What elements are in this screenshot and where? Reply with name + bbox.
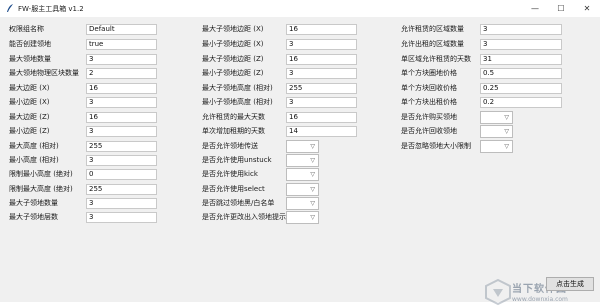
field-label: 是否允许使用kick (202, 170, 258, 178)
field-label: 最大边距 (X) (9, 84, 50, 92)
field-label: 最大子领地边距 (Z) (202, 55, 264, 63)
field-label: 单个方块出租价格 (401, 98, 457, 106)
field-label: 允许租赁的最大天数 (202, 113, 265, 121)
field-label: 是否允许领地传送 (202, 142, 258, 150)
field-label: 最小高度 (相对) (9, 156, 59, 164)
field-label: 是否允许购买领地 (401, 113, 457, 121)
area-rent-days-input[interactable]: 31 (480, 54, 562, 65)
field-label: 是否允许回收领地 (401, 127, 457, 135)
kick-select[interactable]: ▽ (286, 168, 319, 181)
field-label: 最小子领地高度 (相对) (202, 98, 273, 106)
sub-min-edge-x-input[interactable]: 3 (286, 39, 357, 50)
allow-buy-select[interactable]: ▽ (480, 111, 513, 124)
limit-max-height-input[interactable]: 255 (86, 184, 157, 195)
lendable-area-count-input[interactable]: 3 (480, 39, 562, 50)
field-label: 能否创建领地 (9, 40, 51, 48)
rent-price-input[interactable]: 0.2 (480, 97, 562, 108)
chevron-down-icon: ▽ (504, 143, 509, 150)
close-button[interactable]: ✕ (574, 0, 600, 17)
ignore-size-limit-select[interactable]: ▽ (480, 140, 513, 153)
field-label: 最大边距 (Z) (9, 113, 50, 121)
unstuck-select[interactable]: ▽ (286, 154, 319, 167)
field-label: 单个方块回收价格 (401, 84, 457, 92)
field-label: 是否允许使用unstuck (202, 156, 272, 164)
change-entry-message-select[interactable]: ▽ (286, 211, 319, 224)
max-edge-z-input[interactable]: 16 (86, 112, 157, 123)
chevron-down-icon: ▽ (504, 114, 509, 121)
field-label: 是否跳过领地黑/白名单 (202, 199, 275, 207)
claim-price-input[interactable]: 0.5 (480, 68, 562, 79)
chevron-down-icon: ▽ (310, 143, 315, 150)
field-label: 最小边距 (Z) (9, 127, 50, 135)
rentable-area-count-input[interactable]: 3 (480, 24, 562, 35)
sub-max-edge-x-input[interactable]: 16 (286, 24, 357, 35)
window-title: FW-服主工具箱 v1.2 (18, 5, 84, 13)
field-label: 最大高度 (相对) (9, 142, 59, 150)
field-label: 是否忽略领地大小限制 (401, 142, 471, 150)
field-label: 单个方块圈地价格 (401, 69, 457, 77)
chevron-down-icon: ▽ (504, 128, 509, 135)
limit-min-height-input[interactable]: 0 (86, 169, 157, 180)
field-label: 最小子领地边距 (Z) (202, 69, 264, 77)
min-height-input[interactable]: 3 (86, 155, 157, 166)
max-land-count-input[interactable]: 3 (86, 54, 157, 65)
field-label: 单区域允许租赁的天数 (401, 55, 471, 63)
field-label: 最小子领地边距 (X) (202, 40, 264, 48)
field-label: 最大子领地边距 (X) (202, 25, 264, 33)
field-label: 最大领地数量 (9, 55, 51, 63)
rent-increment-days-input[interactable]: 14 (286, 126, 357, 137)
field-label: 是否允许使用select (202, 185, 265, 193)
max-rent-days-input[interactable]: 16 (286, 112, 357, 123)
maximize-button[interactable]: ☐ (548, 0, 574, 17)
title-bar: FW-服主工具箱 v1.2 — ☐ ✕ (0, 0, 600, 18)
field-label: 最小边距 (X) (9, 98, 50, 106)
max-height-input[interactable]: 255 (86, 141, 157, 152)
sub-min-height-input[interactable]: 3 (286, 97, 357, 108)
generate-button[interactable]: 点击生成 (546, 277, 594, 291)
field-label: 最大领地物理区块数量 (9, 69, 79, 77)
chevron-down-icon: ▽ (310, 200, 315, 207)
field-label: 最大子领地高度 (相对) (202, 84, 273, 92)
group-name-input[interactable]: Default (86, 24, 157, 35)
field-label: 允许出租的区域数量 (401, 40, 464, 48)
field-label: 权限组名称 (9, 25, 44, 33)
field-label: 最大子领地层数 (9, 213, 58, 221)
skip-whitelist-select[interactable]: ▽ (286, 197, 319, 210)
field-label: 单次增加租期的天数 (202, 127, 265, 135)
allow-refund-select[interactable]: ▽ (480, 125, 513, 138)
field-label: 允许租赁的区域数量 (401, 25, 464, 33)
sub-max-edge-z-input[interactable]: 16 (286, 54, 357, 65)
chevron-down-icon: ▽ (310, 214, 315, 221)
chevron-down-icon: ▽ (310, 171, 315, 178)
form-panel: 权限组名称 Default 能否创建领地 true 最大领地数量 3 最大领地物… (0, 17, 600, 306)
max-sub-land-layers-input[interactable]: 3 (86, 212, 157, 223)
minimize-button[interactable]: — (522, 0, 548, 17)
max-chunk-count-input[interactable]: 2 (86, 68, 157, 79)
field-label: 最大子领地数量 (9, 199, 58, 207)
select-command-select[interactable]: ▽ (286, 183, 319, 196)
max-sub-land-count-input[interactable]: 3 (86, 198, 157, 209)
min-edge-x-input[interactable]: 3 (86, 97, 157, 108)
sub-max-height-input[interactable]: 255 (286, 83, 357, 94)
field-label: 是否允许更改出入领地提示 (202, 213, 286, 221)
sub-min-edge-z-input[interactable]: 3 (286, 68, 357, 79)
land-teleport-select[interactable]: ▽ (286, 140, 319, 153)
field-label: 限制最小高度 (绝对) (9, 170, 73, 178)
field-label: 限制最大高度 (绝对) (9, 185, 73, 193)
chevron-down-icon: ▽ (310, 186, 315, 193)
feather-icon (7, 4, 13, 12)
chevron-down-icon: ▽ (310, 157, 315, 164)
max-edge-x-input[interactable]: 16 (86, 83, 157, 94)
can-create-input[interactable]: true (86, 39, 157, 50)
min-edge-z-input[interactable]: 3 (86, 126, 157, 137)
refund-price-input[interactable]: 0.25 (480, 83, 562, 94)
